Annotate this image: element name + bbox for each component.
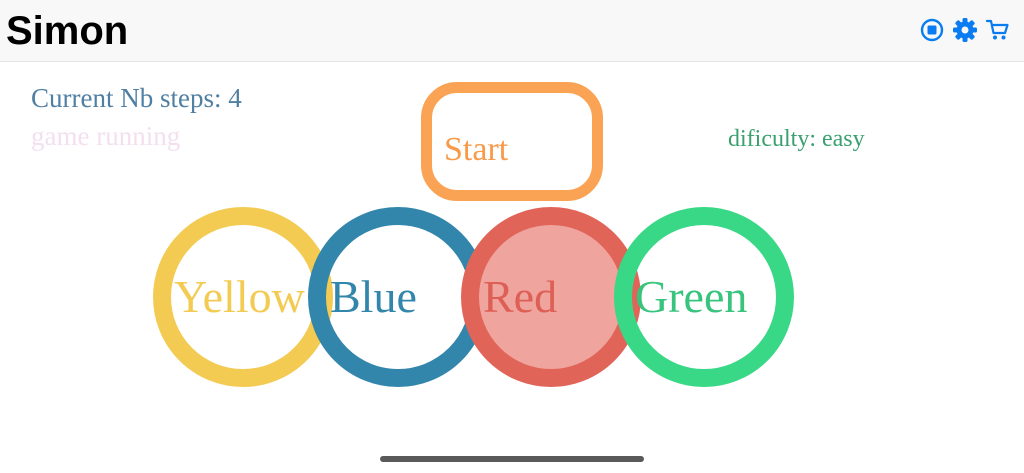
- red-button-label[interactable]: Red: [483, 270, 557, 324]
- home-indicator: [380, 456, 644, 462]
- green-button-label[interactable]: Green: [635, 270, 747, 324]
- steps-counter: Current Nb steps: 4: [31, 83, 242, 113]
- game-status: game running: [31, 121, 181, 151]
- page-title: Simon: [6, 9, 129, 53]
- yellow-button-label[interactable]: Yellow: [174, 270, 305, 324]
- difficulty-label: dificulty: easy: [728, 126, 865, 152]
- cart-icon[interactable]: [985, 17, 1011, 43]
- start-button[interactable]: Start: [421, 82, 603, 201]
- blue-button-label[interactable]: Blue: [330, 270, 417, 324]
- navigation-bar: Simon: [0, 0, 1024, 62]
- start-button-label: Start: [444, 131, 509, 168]
- simon-app: Simon Current Nb steps: 4 game running S…: [0, 0, 1024, 473]
- gear-icon[interactable]: [952, 17, 978, 43]
- stop-circle-icon[interactable]: [919, 17, 945, 43]
